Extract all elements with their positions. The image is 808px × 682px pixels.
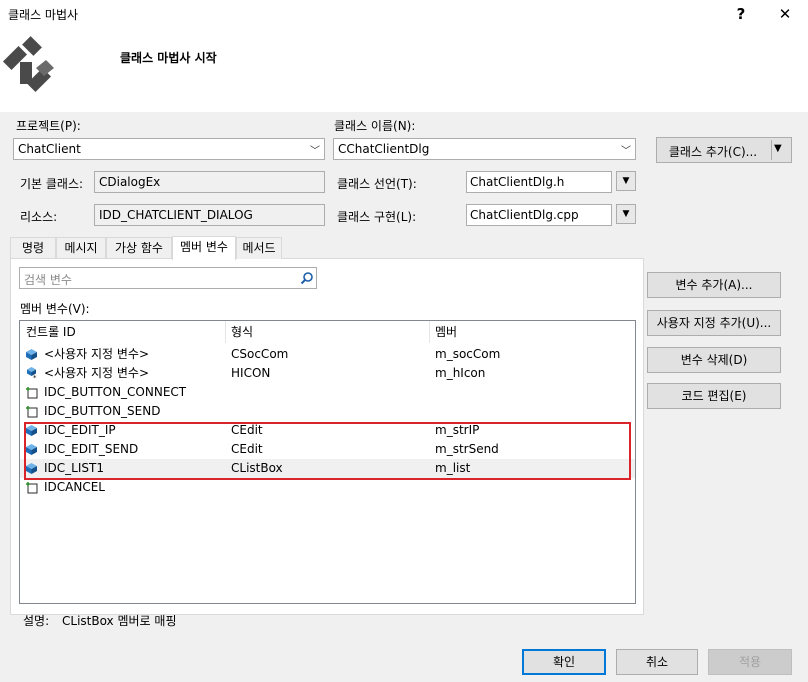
- class-decl-field[interactable]: ChatClientDlg.h: [466, 171, 612, 193]
- resource-label: 리소스:: [20, 210, 58, 224]
- delete-variable-button[interactable]: 변수 삭제(D): [647, 347, 781, 373]
- class-decl-dropdown-icon[interactable]: ▼: [616, 171, 636, 191]
- add-variable-button[interactable]: 변수 추가(A)...: [647, 272, 781, 298]
- tab-methods[interactable]: 메서드: [236, 237, 282, 259]
- header-title: 클래스 마법사 시작: [120, 51, 217, 65]
- add-class-label: 클래스 추가(C)...: [668, 145, 758, 159]
- control-icon: [26, 387, 38, 399]
- tab-commands[interactable]: 명령: [10, 237, 56, 259]
- search-input[interactable]: 검색 변수: [19, 267, 317, 289]
- chevron-down-icon: ﹀: [310, 146, 320, 157]
- project-label: 프로젝트(P):: [16, 119, 81, 133]
- apply-button[interactable]: 적용: [708, 649, 792, 675]
- project-value: ChatClient: [18, 142, 81, 156]
- class-name-label: 클래스 이름(N):: [334, 119, 416, 133]
- resource-value: IDD_CHATCLIENT_DIALOG: [99, 208, 253, 222]
- ok-button[interactable]: 확인: [522, 649, 606, 675]
- list-item[interactable]: * <사용자 지정 변수> HICON m_hIcon: [20, 364, 635, 383]
- add-custom-button[interactable]: 사용자 지정 추가(U)...: [647, 310, 781, 336]
- list-item[interactable]: IDC_BUTTON_SEND: [20, 402, 635, 421]
- description-value: CListBox 멤버로 매핑: [62, 614, 177, 628]
- row-type: HICON: [231, 366, 271, 380]
- column-header-control-id[interactable]: 컨트롤 ID: [26, 321, 76, 343]
- row-type: CSocCom: [231, 347, 289, 361]
- class-impl-label: 클래스 구현(L):: [337, 210, 417, 224]
- tab-member-variables[interactable]: 멤버 변수: [172, 236, 236, 260]
- base-class-value: CDialogEx: [99, 175, 161, 189]
- row-control-id: <사용자 지정 변수>: [44, 347, 150, 361]
- class-decl-label: 클래스 선언(T):: [337, 177, 417, 191]
- tab-virtual-functions[interactable]: 가상 함수: [106, 237, 172, 259]
- column-divider[interactable]: [225, 321, 226, 343]
- add-class-button[interactable]: 클래스 추가(C)... ▼: [656, 137, 792, 163]
- cancel-button[interactable]: 취소: [616, 649, 698, 675]
- class-name-combo[interactable]: CChatClientDlg ﹀: [333, 138, 636, 160]
- dropdown-arrow-icon[interactable]: ▼: [774, 143, 782, 154]
- class-wizard-logo-icon: [2, 34, 58, 97]
- control-icon: [26, 482, 38, 494]
- variable-icon: [26, 349, 37, 360]
- search-icon[interactable]: [300, 271, 314, 285]
- svg-text:*: *: [33, 374, 37, 380]
- highlight-annotation-box: [24, 422, 631, 480]
- split-divider: [771, 140, 772, 160]
- class-name-value: CChatClientDlg: [338, 142, 430, 156]
- row-member: m_hIcon: [435, 366, 486, 380]
- tab-messages[interactable]: 메시지: [56, 237, 106, 259]
- description-label: 설명:: [23, 614, 50, 628]
- window-title: 클래스 마법사: [8, 8, 79, 22]
- column-divider[interactable]: [429, 321, 430, 343]
- help-button[interactable]: ?: [726, 2, 756, 26]
- list-item[interactable]: <사용자 지정 변수> CSocCom m_socCom: [20, 345, 635, 364]
- member-list-label: 멤버 변수(V):: [20, 302, 90, 316]
- control-icon: [26, 406, 38, 418]
- base-class-field: CDialogEx: [94, 171, 325, 193]
- class-impl-dropdown-icon[interactable]: ▼: [616, 204, 636, 224]
- class-impl-value: ChatClientDlg.cpp: [470, 208, 579, 222]
- row-control-id: IDC_BUTTON_SEND: [44, 404, 161, 418]
- base-class-label: 기본 클래스:: [20, 177, 84, 191]
- variable-star-icon: *: [27, 367, 37, 380]
- list-item[interactable]: IDC_BUTTON_CONNECT: [20, 383, 635, 402]
- wizard-header: 클래스 마법사 시작: [0, 30, 808, 112]
- close-button[interactable]: ✕: [770, 2, 800, 26]
- search-placeholder: 검색 변수: [24, 273, 72, 287]
- column-header-member[interactable]: 멤버: [435, 321, 457, 343]
- column-header-type[interactable]: 형식: [231, 321, 253, 343]
- list-item[interactable]: IDCANCEL: [20, 478, 635, 497]
- resource-field: IDD_CHATCLIENT_DIALOG: [94, 204, 325, 226]
- chevron-down-icon: ﹀: [621, 146, 631, 157]
- project-combo[interactable]: ChatClient ﹀: [13, 138, 325, 160]
- row-control-id: IDCANCEL: [44, 480, 105, 494]
- title-bar: [0, 0, 808, 30]
- edit-code-button[interactable]: 코드 편집(E): [647, 383, 781, 409]
- row-control-id: <사용자 지정 변수>: [44, 366, 150, 380]
- class-impl-field[interactable]: ChatClientDlg.cpp: [466, 204, 612, 226]
- row-member: m_socCom: [435, 347, 501, 361]
- row-control-id: IDC_BUTTON_CONNECT: [44, 385, 187, 399]
- class-decl-value: ChatClientDlg.h: [470, 175, 565, 189]
